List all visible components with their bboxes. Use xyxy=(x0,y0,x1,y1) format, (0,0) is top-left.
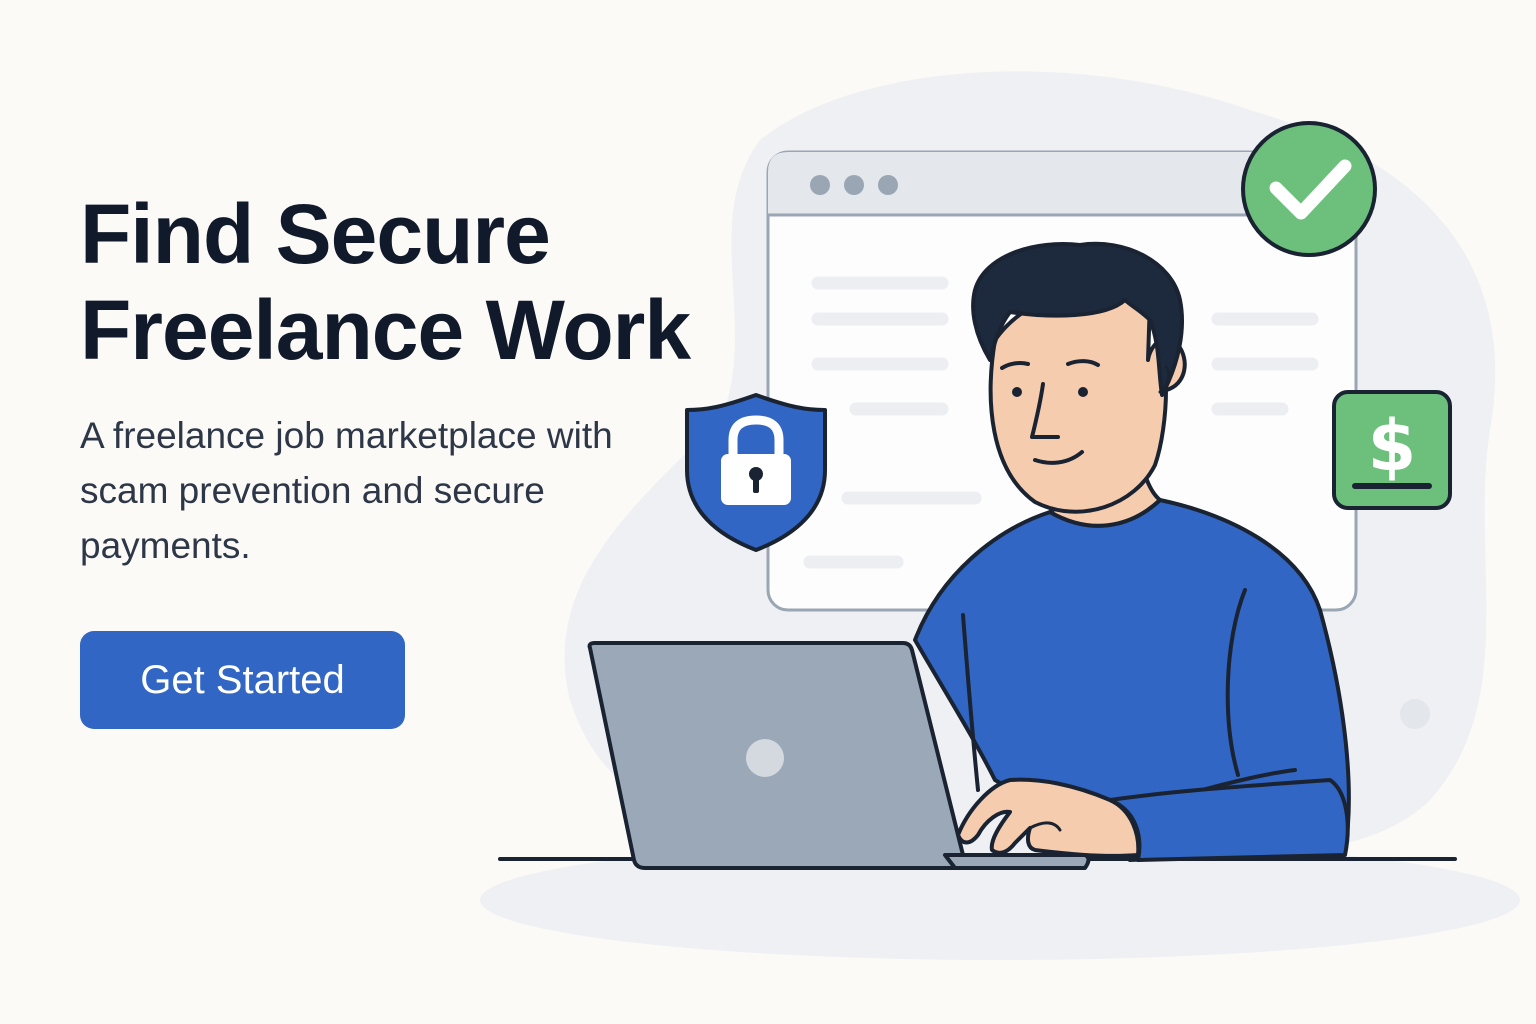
check-circle-icon xyxy=(1241,121,1377,257)
dollar-icon: $ xyxy=(1332,390,1452,510)
window-dot-3 xyxy=(878,175,898,195)
laptop-base xyxy=(943,853,1091,870)
hero-illustration: $ xyxy=(480,71,1520,960)
svg-text:$: $ xyxy=(1368,405,1417,487)
laptop-logo xyxy=(746,739,784,777)
window-dot-1 xyxy=(810,175,830,195)
window-dot-2 xyxy=(844,175,864,195)
decorative-dot xyxy=(1400,699,1430,729)
